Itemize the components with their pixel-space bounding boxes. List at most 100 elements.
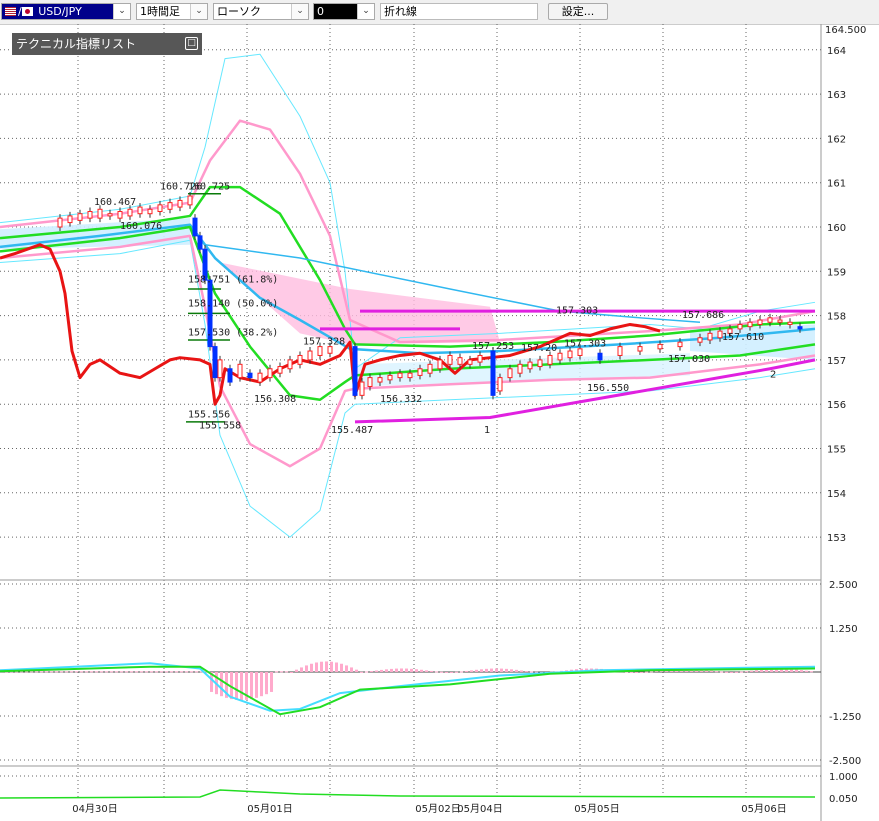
- candle-body: [267, 368, 273, 379]
- candle-body: [527, 361, 533, 370]
- macd-histogram-bar: [100, 671, 103, 673]
- chart-type-select[interactable]: ローソク ⌄: [213, 3, 309, 20]
- y-tick-label: 155: [827, 445, 846, 456]
- rsi-tick-label: 1.000: [829, 772, 858, 783]
- minimize-icon[interactable]: □: [185, 37, 198, 50]
- candle-body: [327, 346, 333, 354]
- macd-histogram-bar: [375, 670, 378, 672]
- period-select[interactable]: 1時間足 ⌄: [136, 3, 208, 20]
- price-annotation: 155.556: [188, 409, 230, 420]
- candle-body: [407, 372, 413, 379]
- macd-histogram-bar: [340, 663, 343, 672]
- candle-body: [467, 359, 473, 365]
- macd-histogram-bar: [530, 671, 533, 673]
- y-tick-label: 158: [827, 312, 846, 323]
- y-tick-label: 164: [827, 46, 846, 57]
- candle-body: [359, 381, 365, 396]
- macd-histogram-bar: [195, 671, 198, 673]
- macd-histogram-bar: [190, 671, 193, 673]
- chevron-down-icon[interactable]: ⌄: [190, 4, 207, 19]
- candle-body: [417, 368, 423, 376]
- macd-histogram-bar: [365, 671, 368, 673]
- candle-body: [307, 350, 313, 361]
- candle-body: [107, 213, 113, 217]
- macd-histogram-bar: [390, 668, 393, 672]
- macd-histogram-bar: [440, 671, 443, 673]
- macd-histogram-bar: [450, 671, 453, 673]
- settings-button[interactable]: 設定...: [548, 3, 608, 20]
- macd-histogram-bar: [110, 671, 113, 673]
- candle-body: [197, 235, 203, 250]
- macd-histogram-bar: [460, 671, 463, 673]
- candle-body: [377, 377, 383, 383]
- macd-histogram-bar: [240, 672, 243, 701]
- candle-body: [677, 341, 683, 348]
- line-type-field[interactable]: 折れ線: [380, 3, 538, 20]
- candle-body: [192, 217, 198, 237]
- macd-histogram-bar: [490, 668, 493, 672]
- macd-histogram-bar: [755, 670, 758, 672]
- macd-histogram-bar: [385, 669, 388, 672]
- macd-histogram-bar: [415, 669, 418, 672]
- candle-body: [637, 346, 643, 352]
- chevron-down-icon[interactable]: ⌄: [291, 4, 308, 19]
- x-tick-label: 05月02日: [415, 803, 460, 815]
- candle-body: [737, 323, 743, 330]
- price-annotation: 158.751 (61.8%): [188, 274, 278, 285]
- macd-histogram-bar: [480, 669, 483, 672]
- macd-histogram-bar: [275, 671, 278, 673]
- macd-histogram-bar: [485, 668, 488, 672]
- macd-histogram-bar: [295, 669, 298, 672]
- macd-histogram-bar: [795, 669, 798, 672]
- price-annotation: 157.20: [521, 343, 557, 354]
- macd-histogram-bar: [140, 671, 143, 673]
- macd-histogram-bar: [305, 665, 308, 672]
- macd-histogram-bar: [255, 672, 258, 698]
- indicator-list-panel[interactable]: テクニカル指標リスト □: [12, 33, 202, 55]
- candle-body: [547, 354, 553, 365]
- macd-histogram-bar: [320, 661, 323, 672]
- candle-body: [597, 352, 603, 361]
- macd-histogram-bar: [145, 671, 148, 673]
- macd-histogram-bar: [455, 671, 458, 673]
- price-annotation: 157.030: [668, 354, 710, 365]
- macd-histogram-bar: [360, 671, 363, 673]
- macd-histogram-bar: [310, 663, 313, 672]
- y-tick-label: 154: [827, 489, 846, 500]
- candle-body: [497, 377, 503, 392]
- macd-histogram-bar: [515, 669, 518, 672]
- price-annotation: 157.328: [303, 336, 345, 347]
- candle-body: [447, 354, 453, 365]
- macd-histogram-bar: [805, 670, 808, 672]
- macd-histogram-bar: [405, 668, 408, 672]
- price-chart[interactable]: 164 163 162 161 160 159 158 157 156 155 154 153 164.…: [0, 24, 879, 821]
- macd-histogram-bar: [300, 667, 303, 672]
- macd-histogram-bar: [165, 671, 168, 673]
- chevron-down-icon[interactable]: ⌄: [113, 4, 130, 19]
- candle-body: [237, 363, 243, 379]
- macd-histogram-bar: [435, 671, 438, 673]
- candle-body: [490, 350, 496, 396]
- macd-histogram-bar: [120, 671, 123, 673]
- macd-histogram-bar: [495, 668, 498, 672]
- macd-histogram-bar: [335, 662, 338, 672]
- candle-body: [352, 346, 358, 396]
- sub-chart-select[interactable]: 0 ⌄: [313, 3, 375, 20]
- candle-body: [657, 343, 663, 350]
- symbol-select[interactable]: / USD/JPY ⌄: [1, 3, 131, 20]
- candle-body: [127, 208, 133, 217]
- candle-body: [287, 359, 293, 370]
- price-annotation: 157.686: [682, 310, 724, 321]
- macd-histogram-bar: [80, 671, 83, 673]
- macd-histogram-bar: [35, 671, 38, 673]
- symbol-label: USD/JPY: [38, 5, 82, 18]
- jp-flag-icon: [21, 7, 33, 16]
- candle-body: [777, 319, 783, 323]
- candle-body: [577, 348, 583, 356]
- candle-body: [507, 368, 513, 379]
- candle-body: [317, 346, 323, 356]
- chevron-down-icon[interactable]: ⌄: [357, 4, 374, 19]
- candle-body: [87, 210, 93, 219]
- macd-histogram-bar: [280, 671, 283, 673]
- macd-tick-label: 1.250: [829, 624, 858, 635]
